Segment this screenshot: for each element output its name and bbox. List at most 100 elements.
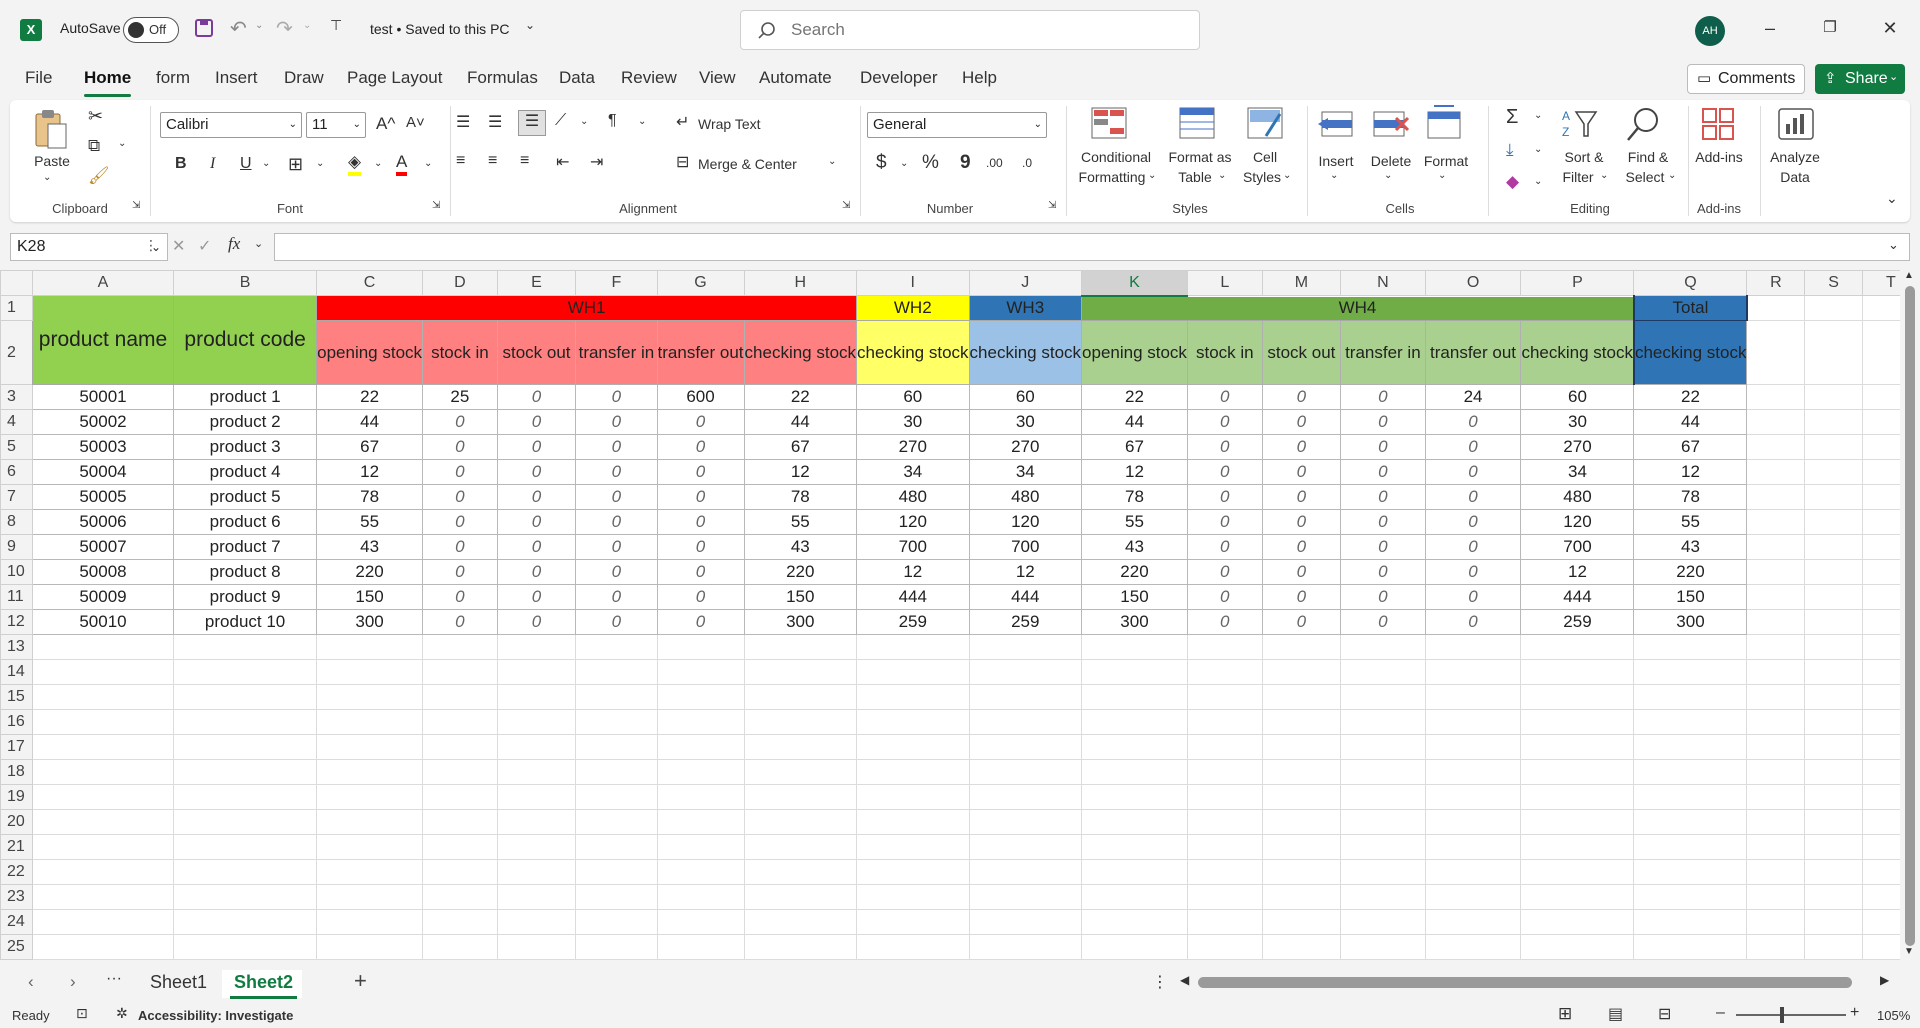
column-header-s[interactable]: S <box>1804 270 1863 296</box>
data-cell[interactable]: 150 <box>1081 584 1188 610</box>
empty-cell[interactable] <box>422 709 498 735</box>
data-cell[interactable]: 0 <box>1261 409 1342 435</box>
empty-cell[interactable] <box>1520 709 1635 735</box>
empty-cell[interactable] <box>575 709 658 735</box>
add-ins-icon[interactable] <box>1700 106 1736 142</box>
data-cell[interactable]: 50007 <box>31 534 175 560</box>
row-header[interactable]: 19 <box>0 784 33 810</box>
empty-cell[interactable] <box>1804 484 1863 510</box>
fill-icon[interactable]: ⤓ <box>1506 140 1514 160</box>
empty-cell[interactable] <box>422 684 498 710</box>
empty-cell[interactable] <box>575 909 658 935</box>
cell-s1[interactable] <box>1804 295 1863 321</box>
restore-icon[interactable]: ❐ <box>1818 16 1842 40</box>
empty-cell[interactable] <box>1804 884 1863 910</box>
empty-cell[interactable] <box>1804 784 1863 810</box>
empty-cell[interactable] <box>1633 809 1748 835</box>
tab-help[interactable]: Help <box>962 68 997 88</box>
customize-qat-icon[interactable]: ⊤ <box>330 17 342 34</box>
empty-cell[interactable] <box>856 934 970 960</box>
empty-cell[interactable] <box>1520 909 1635 935</box>
data-cell[interactable]: 700 <box>856 534 970 560</box>
worksheet-grid[interactable]: A B C D E F G H I J K L M N O P Q R S T 1 product name product… <box>0 270 1920 960</box>
font-size-box[interactable]: 11 ⌄ <box>306 112 366 138</box>
empty-cell[interactable] <box>1186 934 1263 960</box>
empty-cell[interactable] <box>173 634 318 660</box>
empty-cell[interactable] <box>1186 884 1263 910</box>
cell-styles-icon[interactable] <box>1246 106 1284 140</box>
empty-cell[interactable] <box>1520 834 1635 860</box>
row-header[interactable]: 10 <box>0 559 33 585</box>
empty-cell[interactable] <box>422 659 498 685</box>
sheet-tab-sheet1[interactable]: Sheet1 <box>150 972 207 993</box>
empty-cell[interactable] <box>1746 709 1806 735</box>
data-cell[interactable]: 0 <box>422 609 498 635</box>
data-cell[interactable]: 0 <box>1261 434 1342 460</box>
empty-cell[interactable] <box>656 659 745 685</box>
normal-view-icon[interactable]: ⊞ <box>1558 1004 1572 1024</box>
font-launcher-icon[interactable]: ⇲ <box>432 200 440 211</box>
empty-cell[interactable] <box>1186 684 1263 710</box>
data-cell[interactable]: 0 <box>496 509 577 535</box>
borders-dropdown-icon[interactable]: ⌄ <box>316 158 324 169</box>
orientation-dropdown-icon[interactable]: ⌄ <box>580 116 588 127</box>
data-cell[interactable]: 30 <box>968 409 1083 435</box>
data-cell[interactable]: 259 <box>856 609 970 635</box>
data-cell[interactable]: 300 <box>1081 609 1188 635</box>
align-top-icon[interactable]: ☰ <box>456 112 470 132</box>
empty-cell[interactable] <box>743 659 858 685</box>
empty-cell[interactable] <box>743 809 858 835</box>
header-wh4[interactable]: WH4 <box>1081 295 1635 321</box>
empty-cell[interactable] <box>1633 909 1748 935</box>
data-cell[interactable]: 55 <box>1633 509 1748 535</box>
data-cell[interactable]: 22 <box>743 384 858 410</box>
data-cell[interactable]: 55 <box>1081 509 1188 535</box>
column-header-a[interactable]: A <box>31 270 175 296</box>
column-header-n[interactable]: N <box>1340 270 1426 296</box>
data-cell[interactable]: product 9 <box>173 584 318 610</box>
data-cell[interactable]: 50005 <box>31 484 175 510</box>
data-cell[interactable]: 0 <box>1340 484 1426 510</box>
subheader-cell[interactable]: checking stock <box>1632 320 1748 385</box>
tab-insert[interactable]: Insert <box>215 68 258 88</box>
cell-styles-label2[interactable]: Styles <box>1240 168 1284 186</box>
empty-cell[interactable] <box>1520 784 1635 810</box>
empty-cell[interactable] <box>1746 584 1806 610</box>
empty-cell[interactable] <box>743 859 858 885</box>
data-cell[interactable]: 43 <box>316 534 424 560</box>
column-header-b[interactable]: B <box>173 270 318 296</box>
data-cell[interactable]: 0 <box>1186 484 1263 510</box>
data-cell[interactable]: 50002 <box>31 409 175 435</box>
empty-cell[interactable] <box>1340 834 1426 860</box>
title-chevron-down-icon[interactable]: ⌄ <box>525 18 535 32</box>
empty-cell[interactable] <box>422 859 498 885</box>
row-header[interactable]: 20 <box>0 809 33 835</box>
row-header[interactable]: 1 <box>0 295 33 321</box>
empty-cell[interactable] <box>1520 859 1635 885</box>
empty-cell[interactable] <box>1340 709 1426 735</box>
data-cell[interactable]: 50010 <box>31 609 175 635</box>
data-cell[interactable]: 0 <box>496 459 577 485</box>
header-wh2[interactable]: WH2 <box>856 295 970 321</box>
empty-cell[interactable] <box>1081 659 1188 685</box>
format-dropdown-icon[interactable]: ⌄ <box>1438 170 1446 181</box>
conditional-formatting-icon[interactable] <box>1090 106 1128 140</box>
empty-cell[interactable] <box>422 734 498 760</box>
empty-cell[interactable] <box>1804 559 1863 585</box>
empty-cell[interactable] <box>743 784 858 810</box>
empty-cell[interactable] <box>31 784 175 810</box>
empty-cell[interactable] <box>1746 759 1806 785</box>
tab-automate[interactable]: Automate <box>759 68 832 88</box>
format-cells-icon[interactable] <box>1424 104 1464 140</box>
data-cell[interactable]: 0 <box>656 459 745 485</box>
empty-cell[interactable] <box>173 659 318 685</box>
subheader-cell[interactable]: stock out <box>1261 320 1342 385</box>
increase-indent-icon[interactable]: ⇥ <box>590 152 603 172</box>
empty-cell[interactable] <box>575 884 658 910</box>
empty-cell[interactable] <box>1340 659 1426 685</box>
row-header[interactable]: 4 <box>0 409 33 435</box>
empty-cell[interactable] <box>173 934 318 960</box>
empty-cell[interactable] <box>1804 759 1863 785</box>
data-cell[interactable]: 0 <box>496 384 577 410</box>
sort-filter-dropdown-icon[interactable]: ⌄ <box>1600 170 1608 181</box>
